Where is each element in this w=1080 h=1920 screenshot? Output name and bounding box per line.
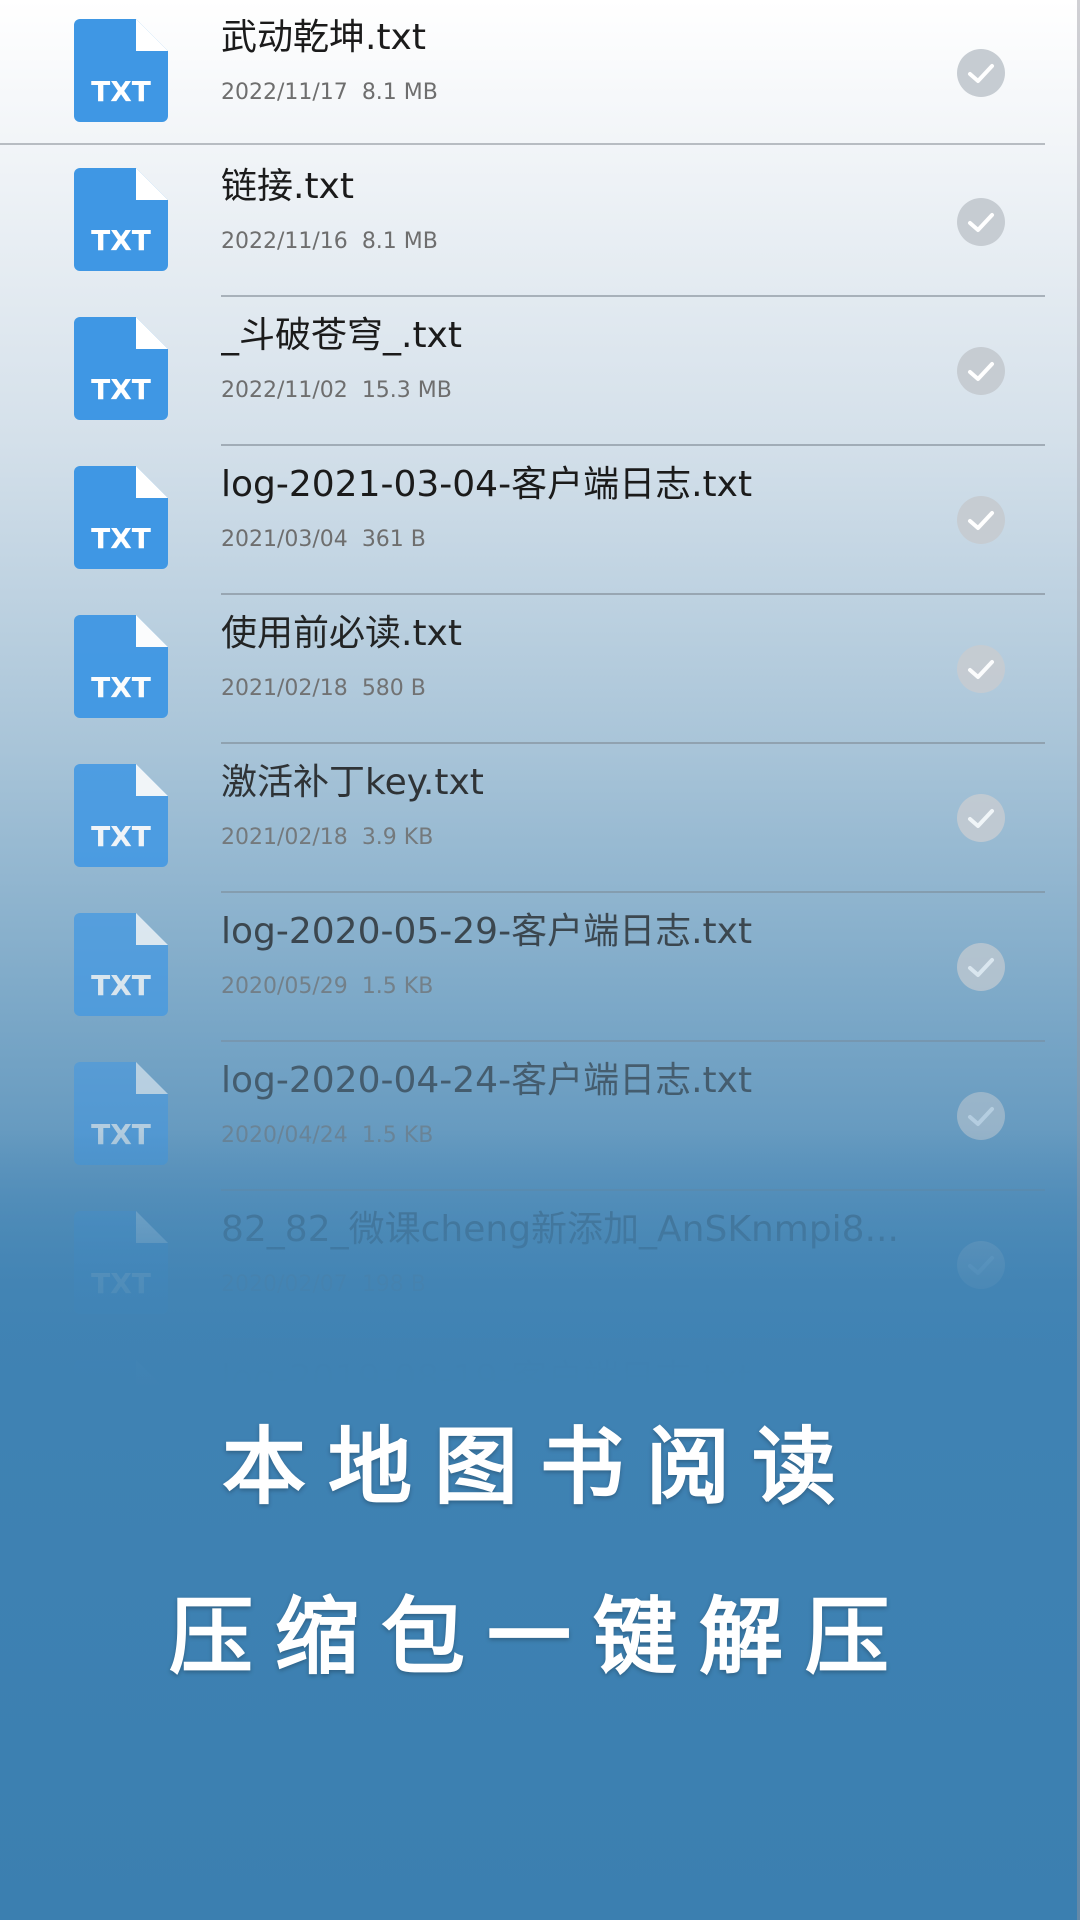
file-name: 使用前必读.txt <box>221 613 462 654</box>
file-size: 8.1 MB <box>361 80 438 105</box>
row-divider <box>221 742 1045 744</box>
txt-icon-label: TXT <box>91 522 151 555</box>
check-circle-icon[interactable] <box>957 198 1005 246</box>
txt-icon-label: TXT <box>91 224 151 257</box>
txt-icon-label: TXT <box>91 820 151 853</box>
txt-file-icon: TXT <box>74 466 168 569</box>
txt-file-icon: TXT <box>74 913 168 1016</box>
file-name: 激活补丁key.txt <box>221 762 484 803</box>
file-date: 2022/11/16 <box>221 229 348 254</box>
promo-headline: 本地图书阅读 <box>221 1417 858 1516</box>
txt-icon-label: TXT <box>91 1267 151 1300</box>
file-name: _斗破苍穹_.txt <box>221 315 462 356</box>
file-size: 580 B <box>361 676 426 701</box>
row-divider <box>221 295 1045 297</box>
txt-icon-label: TXT <box>91 1118 151 1151</box>
file-size: 198 B <box>361 1272 426 1297</box>
row-divider <box>221 444 1045 446</box>
file-date: 2020/05/29 <box>221 974 348 999</box>
txt-icon-label: TXT <box>91 373 151 406</box>
row-divider <box>221 1338 1045 1340</box>
check-circle-icon[interactable] <box>957 347 1005 395</box>
check-circle-icon[interactable] <box>957 943 1005 991</box>
file-meta: 2022/11/02 15.3 MB <box>221 374 452 408</box>
file-date: 2022/11/17 <box>221 80 348 105</box>
file-date: 2021/03/04 <box>221 527 348 552</box>
file-name: 链接.txt <box>221 166 354 207</box>
file-meta: 2021/03/04 361 B <box>221 523 426 557</box>
promo-subheadline: 压缩包一键解压 <box>168 1587 911 1686</box>
file-date: 2020/04/24 <box>221 1123 348 1148</box>
file-row[interactable]: TXT 链接.txt 2022/11/16 8.1 MB <box>0 149 1045 297</box>
file-date: 2022/11/02 <box>221 378 348 403</box>
file-meta: 2022/11/16 8.1 MB <box>221 225 438 259</box>
file-date: 2021/02/18 <box>221 825 348 850</box>
file-meta: 2020/04/24 1.5 KB <box>221 1119 433 1153</box>
check-circle-icon[interactable] <box>957 49 1005 97</box>
file-list: TXT 武动乾坤.txt 2022/11/17 8.1 MB TXT 链接.txt 202… <box>0 0 1080 1440</box>
file-name: log-2019-08-19-客户端日志.txt <box>221 1358 753 1399</box>
file-row[interactable]: TXT log-2020-04-24-客户端日志.txt 2020/04/24 1.… <box>0 1043 1045 1191</box>
file-name: 82_82_微课cheng新添加_AnSKnmpi8... <box>221 1209 899 1250</box>
txt-file-icon: TXT <box>74 19 168 122</box>
row-divider <box>221 891 1045 893</box>
file-row[interactable]: TXT log-2020-05-29-客户端日志.txt 2020/05/29 1.… <box>0 894 1045 1042</box>
row-divider <box>221 1040 1045 1042</box>
txt-file-icon: TXT <box>74 1062 168 1165</box>
check-circle-icon[interactable] <box>957 1092 1005 1140</box>
file-name: log-2020-05-29-客户端日志.txt <box>221 911 753 952</box>
file-size: 8.1 MB <box>361 229 438 254</box>
file-date: 2021/02/18 <box>221 676 348 701</box>
file-row[interactable]: TXT 82_82_微课cheng新添加_AnSKnmpi8... 2020/02/… <box>0 1192 1045 1340</box>
file-size: 1.5 KB <box>361 974 434 999</box>
row-divider <box>221 1189 1045 1191</box>
file-row[interactable]: TXT 使用前必读.txt 2021/02/18 580 B <box>0 596 1045 744</box>
txt-icon-label: TXT <box>91 671 151 704</box>
txt-icon-label: TXT <box>91 75 151 108</box>
row-divider <box>221 593 1045 595</box>
txt-file-icon: TXT <box>74 1211 168 1314</box>
txt-file-icon: TXT <box>74 764 168 867</box>
file-row[interactable]: TXT 武动乾坤.txt 2022/11/17 8.1 MB <box>0 0 1045 148</box>
file-name: log-2020-04-24-客户端日志.txt <box>221 1060 753 1101</box>
file-meta: 2022/11/17 8.1 MB <box>221 76 438 110</box>
check-circle-icon[interactable] <box>957 496 1005 544</box>
file-meta: 2020/05/29 1.5 KB <box>221 970 433 1004</box>
file-row[interactable]: TXT 激活补丁key.txt 2021/02/18 3.9 KB <box>0 745 1045 893</box>
txt-file-icon: TXT <box>74 168 168 271</box>
file-meta: 2021/02/18 580 B <box>221 672 426 706</box>
txt-file-icon: TXT <box>74 317 168 420</box>
file-size: 361 B <box>361 527 426 552</box>
file-meta: 2020/02/07 198 B <box>221 1268 426 1302</box>
check-circle-icon[interactable] <box>957 1241 1005 1289</box>
file-meta: 2021/02/18 3.9 KB <box>221 821 433 855</box>
check-circle-icon[interactable] <box>957 645 1005 693</box>
file-name: log-2021-03-04-客户端日志.txt <box>221 464 753 505</box>
txt-file-icon: TXT <box>74 615 168 718</box>
file-row[interactable]: TXT log-2021-03-04-客户端日志.txt 2021/03/04 36… <box>0 447 1045 595</box>
file-row[interactable]: TXT _斗破苍穹_.txt 2022/11/02 15.3 MB <box>0 298 1045 446</box>
file-name: 武动乾坤.txt <box>221 17 426 58</box>
file-size: 15.3 MB <box>361 378 452 403</box>
file-size: 3.9 KB <box>361 825 434 850</box>
check-circle-icon[interactable] <box>957 794 1005 842</box>
txt-icon-label: TXT <box>91 969 151 1002</box>
file-date: 2020/02/07 <box>221 1272 348 1297</box>
file-size: 1.5 KB <box>361 1123 434 1148</box>
